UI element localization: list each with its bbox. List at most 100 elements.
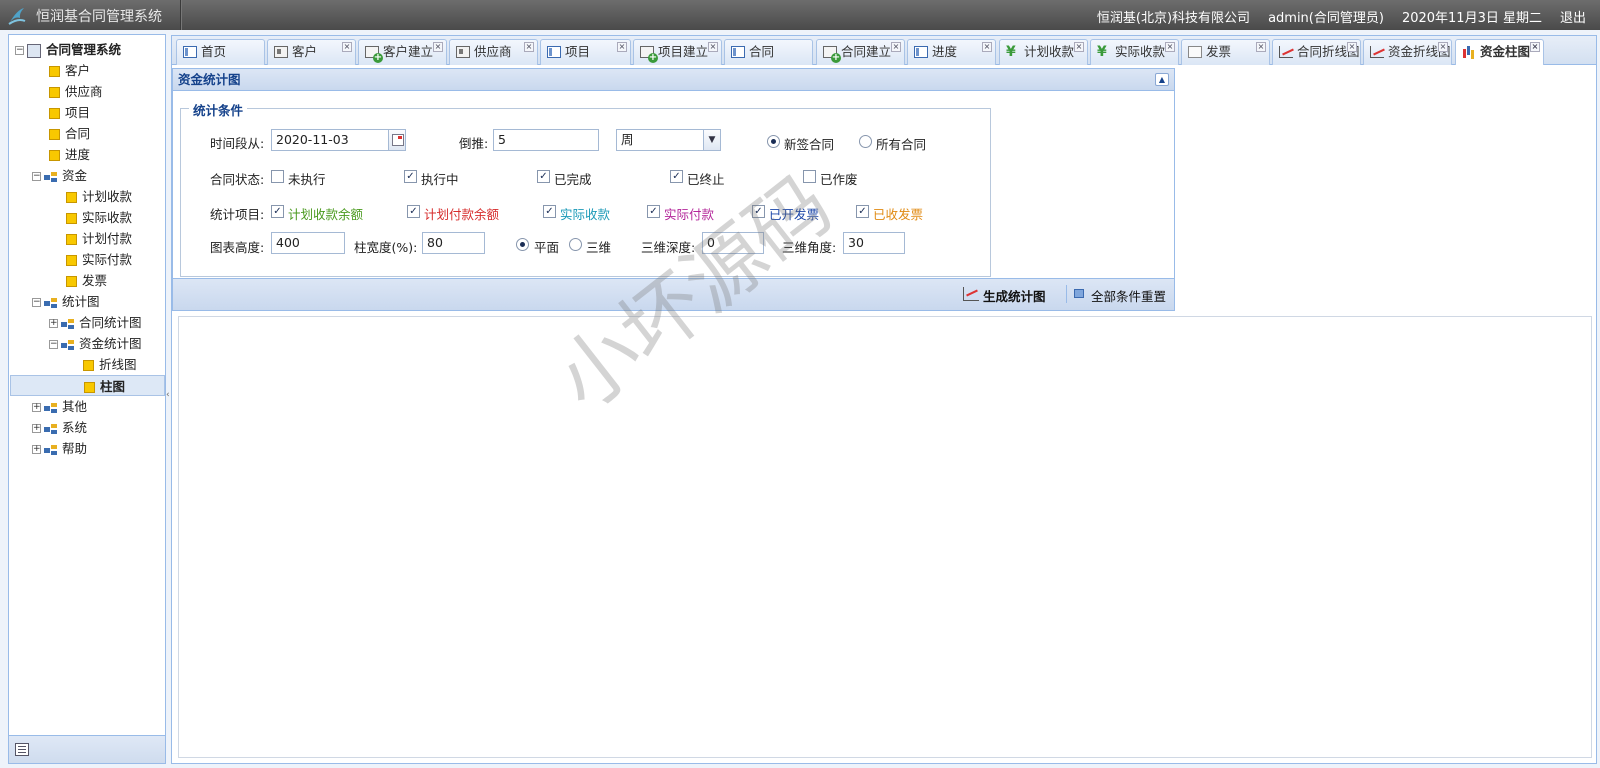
tab-project-create[interactable]: 项目建立× xyxy=(633,39,722,65)
collapse-icon[interactable]: − xyxy=(32,298,41,307)
sidebar-item-planned-receipt[interactable]: 计划收款 xyxy=(15,186,165,207)
sidebar-item-charts[interactable]: − 统计图 xyxy=(15,291,165,312)
angle-input[interactable]: 30 xyxy=(843,232,905,254)
close-icon[interactable]: × xyxy=(1165,42,1175,52)
chart-height-input[interactable]: 400 xyxy=(271,232,345,254)
close-icon[interactable]: × xyxy=(1438,42,1448,52)
generate-chart-button[interactable]: 生成统计图 xyxy=(961,286,1046,305)
list-icon[interactable] xyxy=(15,743,29,756)
item-actual-payment-checkbox[interactable]: ✓ xyxy=(647,205,660,218)
radio-3d[interactable] xyxy=(569,238,582,251)
radio-flat[interactable] xyxy=(516,238,529,251)
radio-new-contract[interactable] xyxy=(767,135,780,148)
status-in-progress-label[interactable]: 执行中 xyxy=(421,169,459,188)
radio-new-label[interactable]: 新签合同 xyxy=(784,134,834,153)
item-invoice-issued-checkbox[interactable]: ✓ xyxy=(752,205,765,218)
sidebar-item-help[interactable]: + 帮助 xyxy=(15,438,165,459)
expand-icon[interactable]: + xyxy=(32,424,41,433)
item-invoice-received-label[interactable]: 已收发票 xyxy=(873,204,923,223)
time-from-input[interactable]: 2020-11-03 xyxy=(271,129,389,151)
backward-input[interactable]: 5 xyxy=(493,129,599,151)
item-invoice-issued-label[interactable]: 已开发票 xyxy=(769,204,819,223)
close-icon[interactable]: × xyxy=(617,42,627,52)
close-icon[interactable]: × xyxy=(1347,42,1357,52)
tab-project[interactable]: 项目 × xyxy=(540,39,631,65)
bar-width-input[interactable]: 80 xyxy=(422,232,485,254)
expand-icon[interactable]: + xyxy=(32,445,41,454)
item-actual-payment-label[interactable]: 实际付款 xyxy=(664,204,714,223)
tab-fund-bar-chart[interactable]: 资金柱图 × xyxy=(1455,39,1544,66)
close-icon[interactable]: × xyxy=(891,42,901,52)
sidebar-item-funds[interactable]: − 资金 xyxy=(15,165,165,186)
tree-root[interactable]: − 合同管理系统 xyxy=(15,39,165,60)
tab-contract[interactable]: 合同 xyxy=(724,39,813,65)
sidebar-item-invoice[interactable]: 发票 xyxy=(15,270,165,291)
radio-all-contract[interactable] xyxy=(859,135,872,148)
radio-flat-label[interactable]: 平面 xyxy=(534,237,559,256)
item-invoice-received-checkbox[interactable]: ✓ xyxy=(856,205,869,218)
item-planned-payment-checkbox[interactable]: ✓ xyxy=(407,205,420,218)
tab-home[interactable]: 首页 xyxy=(176,39,265,65)
unit-select[interactable]: 周 xyxy=(616,129,704,151)
item-actual-receipt-label[interactable]: 实际收款 xyxy=(560,204,610,223)
tab-planned-receipt[interactable]: ¥ 计划收款 × xyxy=(999,39,1088,65)
item-planned-receipt-label[interactable]: 计划收款余额 xyxy=(288,204,363,223)
tab-supplier[interactable]: 供应商 × xyxy=(449,39,538,65)
chevron-down-icon[interactable]: ▼ xyxy=(703,129,721,151)
tab-actual-receipt[interactable]: ¥ 实际收款 × xyxy=(1090,39,1179,65)
sidebar-item-other[interactable]: + 其他 xyxy=(15,396,165,417)
close-icon[interactable]: × xyxy=(982,42,992,52)
tab-contract-create[interactable]: 合同建立× xyxy=(816,39,905,65)
item-planned-payment-label[interactable]: 计划付款余额 xyxy=(424,204,499,223)
sidebar-item-progress[interactable]: 进度 xyxy=(15,144,165,165)
sidebar-item-system[interactable]: + 系统 xyxy=(15,417,165,438)
tab-fund-line-chart[interactable]: 资金折线图 × xyxy=(1363,39,1452,65)
status-voided-checkbox[interactable] xyxy=(803,170,816,183)
tab-customer-create[interactable]: 客户建立× xyxy=(358,39,447,65)
tab-contract-line-chart[interactable]: 合同折线图 × xyxy=(1272,39,1361,65)
status-completed-checkbox[interactable]: ✓ xyxy=(537,170,550,183)
sidebar-item-project[interactable]: 项目 xyxy=(15,102,165,123)
sidebar-item-customer[interactable]: 客户 xyxy=(15,60,165,81)
radio-3d-label[interactable]: 三维 xyxy=(586,237,611,256)
status-voided-label[interactable]: 已作废 xyxy=(820,169,858,188)
collapse-icon[interactable]: − xyxy=(15,46,24,55)
sidebar-item-line-chart[interactable]: 折线图 xyxy=(15,354,165,375)
status-terminated-checkbox[interactable]: ✓ xyxy=(670,170,683,183)
sidebar-item-fund-charts[interactable]: − 资金统计图 xyxy=(15,333,165,354)
status-terminated-label[interactable]: 已终止 xyxy=(687,169,725,188)
depth-input[interactable]: 0 xyxy=(702,232,764,254)
sidebar-item-actual-receipt[interactable]: 实际收款 xyxy=(15,207,165,228)
close-icon[interactable]: × xyxy=(1256,42,1266,52)
close-icon[interactable]: × xyxy=(1530,42,1540,52)
sidebar-item-planned-payment[interactable]: 计划付款 xyxy=(15,228,165,249)
collapse-icon[interactable]: − xyxy=(32,172,41,181)
reset-all-button[interactable]: 全部条件重置 xyxy=(1069,286,1166,305)
sidebar-item-supplier[interactable]: 供应商 xyxy=(15,81,165,102)
close-icon[interactable]: × xyxy=(708,42,718,52)
collapse-up-icon[interactable]: ▲ xyxy=(1155,73,1169,86)
close-icon[interactable]: × xyxy=(524,42,534,52)
status-not-started-checkbox[interactable] xyxy=(271,170,284,183)
status-completed-label[interactable]: 已完成 xyxy=(554,169,592,188)
tab-customer[interactable]: 客户 × xyxy=(267,39,356,65)
collapse-icon[interactable]: − xyxy=(49,340,58,349)
close-icon[interactable]: × xyxy=(342,42,352,52)
tab-progress[interactable]: 进度 × xyxy=(907,39,996,65)
tab-invoice[interactable]: 发票 × xyxy=(1181,39,1270,65)
sidebar-item-bar-chart[interactable]: 柱图 xyxy=(10,375,165,396)
sidebar-collapse-handle[interactable]: ‹ xyxy=(166,390,170,410)
status-in-progress-checkbox[interactable]: ✓ xyxy=(404,170,417,183)
expand-icon[interactable]: + xyxy=(49,319,58,328)
close-icon[interactable]: × xyxy=(1074,42,1084,52)
item-actual-receipt-checkbox[interactable]: ✓ xyxy=(543,205,556,218)
status-not-started-label[interactable]: 未执行 xyxy=(288,169,326,188)
logout-link[interactable]: 退出 xyxy=(1560,7,1586,26)
item-planned-receipt-checkbox[interactable]: ✓ xyxy=(271,205,284,218)
expand-icon[interactable]: + xyxy=(32,403,41,412)
radio-all-label[interactable]: 所有合同 xyxy=(876,134,926,153)
calendar-icon[interactable] xyxy=(388,129,406,151)
sidebar-item-actual-payment[interactable]: 实际付款 xyxy=(15,249,165,270)
sidebar-item-contract-charts[interactable]: + 合同统计图 xyxy=(15,312,165,333)
close-icon[interactable]: × xyxy=(433,42,443,52)
